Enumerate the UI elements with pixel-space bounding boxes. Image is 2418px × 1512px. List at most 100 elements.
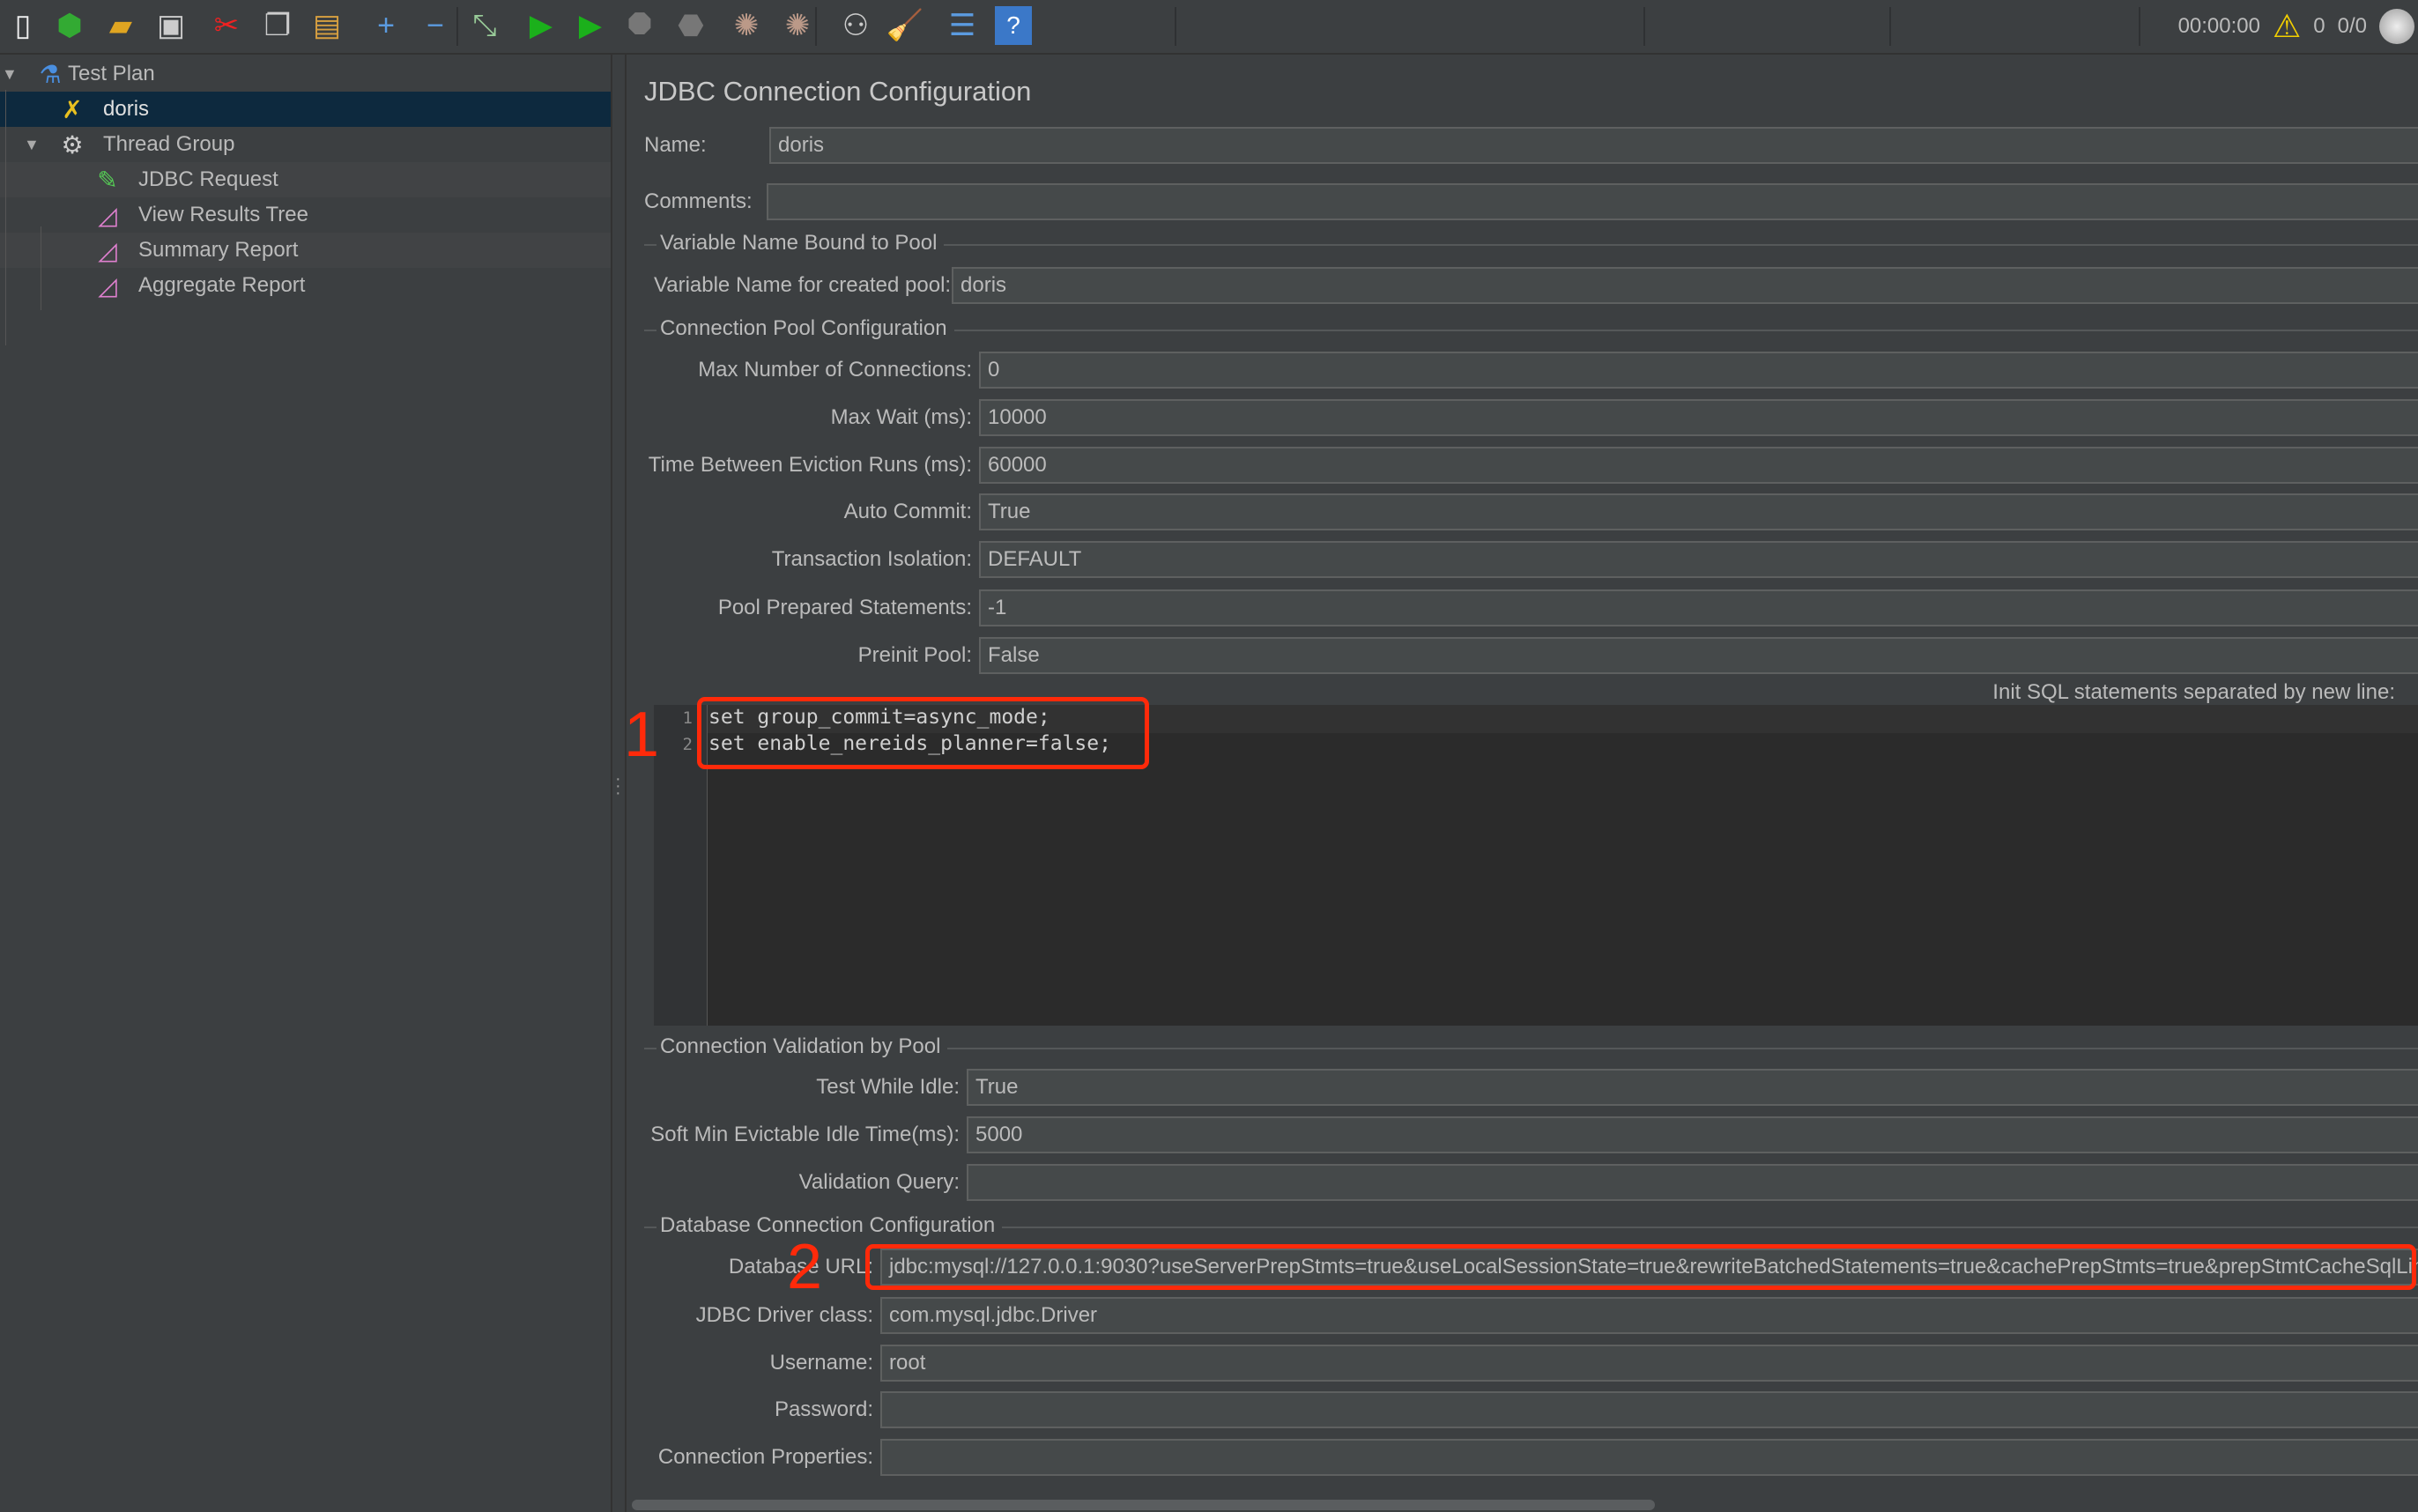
toolbar-separator xyxy=(1643,7,1645,46)
password-field[interactable] xyxy=(880,1391,2418,1428)
pool-prepared-statements-field[interactable]: -1 xyxy=(979,589,2418,626)
listener-chart-icon: ◿ xyxy=(98,271,117,300)
init-sql-label: Init SQL statements separated by new lin… xyxy=(1992,680,2395,704)
username-field[interactable]: root xyxy=(880,1345,2418,1382)
stop-icon[interactable]: ⯃ xyxy=(621,6,658,45)
line-number: 1 xyxy=(682,708,693,728)
tree-item-label: Test Plan xyxy=(68,62,155,85)
warning-count: 0 xyxy=(2313,14,2325,38)
copy-icon[interactable]: ❐ xyxy=(259,6,296,45)
elapsed-time: 00:00:00 xyxy=(2177,14,2260,38)
jdbc-driver-class-field[interactable]: com.mysql.jdbc.Driver xyxy=(880,1297,2418,1334)
tree-item-label: Aggregate Report xyxy=(138,273,306,297)
preinit-pool-field[interactable]: False xyxy=(979,637,2418,674)
toolbar-separator xyxy=(1175,7,1176,46)
tree-guide-line xyxy=(5,90,6,345)
search-icon[interactable]: ⚇ xyxy=(837,6,874,45)
comments-label: Comments: xyxy=(644,189,753,213)
tree-item[interactable]: ▼ ⚙ Thread Group xyxy=(0,127,611,162)
warning-icon[interactable]: ⚠ xyxy=(2273,8,2301,45)
remote-status-icon[interactable] xyxy=(2379,9,2414,44)
section-db-config: Database Connection Configuration xyxy=(644,1213,2418,1238)
tree-item[interactable]: ✗ doris xyxy=(0,92,611,127)
templates-icon[interactable]: ⬢ xyxy=(51,6,88,45)
name-field[interactable]: doris xyxy=(769,127,2418,164)
status-area: 00:00:00 ⚠ 0 0/0 xyxy=(2178,0,2418,53)
tree-item-label: JDBC Request xyxy=(138,167,278,191)
shutdown-icon[interactable]: ⬣ xyxy=(672,6,709,45)
connection-properties-field[interactable] xyxy=(880,1439,2418,1476)
clear-icon[interactable]: ✺ xyxy=(728,6,765,45)
function-helper-icon[interactable]: ☰ xyxy=(944,6,981,45)
expand-triangle-icon[interactable]: ▼ xyxy=(24,136,40,154)
highlight-box-database-url xyxy=(865,1244,2416,1290)
auto-commit-label: Auto Commit: xyxy=(843,500,972,523)
soft-min-evictable-idle-field[interactable]: 5000 xyxy=(967,1116,2418,1153)
validation-query-label: Validation Query: xyxy=(798,1170,960,1194)
transaction-isolation-field[interactable]: DEFAULT xyxy=(979,541,2418,578)
annotation-marker-2: 2 xyxy=(787,1232,823,1302)
tree-item-label: doris xyxy=(103,97,150,121)
test-while-idle-field[interactable]: True xyxy=(967,1069,2418,1106)
start-icon[interactable]: ▶ xyxy=(523,6,560,45)
max-wait-label: Max Wait (ms): xyxy=(830,405,972,429)
preinit-pool-label: Preinit Pool: xyxy=(857,643,972,667)
toggle-icon[interactable]: ⤡ xyxy=(466,6,503,45)
divider-grip-icon[interactable]: · · · xyxy=(615,770,621,802)
clear-all-icon[interactable]: ✺ xyxy=(779,6,816,45)
toolbar-separator xyxy=(456,7,458,46)
open-icon[interactable]: ▰ xyxy=(102,6,139,45)
section-pool-config: Connection Pool Configuration xyxy=(644,316,2418,341)
collapse-icon[interactable]: − xyxy=(417,6,454,45)
validation-query-field[interactable] xyxy=(967,1164,2418,1201)
section-variable-name-title: Variable Name Bound to Pool xyxy=(656,231,945,256)
auto-commit-field[interactable]: True xyxy=(979,493,2418,530)
tree-item[interactable]: ◿ Aggregate Report xyxy=(0,268,611,303)
gear-icon: ⚙ xyxy=(61,130,84,159)
max-connections-label: Max Number of Connections: xyxy=(698,358,972,382)
tree-item-label: View Results Tree xyxy=(138,203,308,226)
page-title: JDBC Connection Configuration xyxy=(644,76,1032,107)
new-icon[interactable]: ▯ xyxy=(4,6,41,45)
pool-variable-name-field[interactable]: doris xyxy=(952,267,2418,304)
name-label: Name: xyxy=(644,133,707,157)
connection-properties-label: Connection Properties: xyxy=(657,1445,873,1469)
horizontal-scrollbar[interactable] xyxy=(632,1500,1655,1510)
line-number: 2 xyxy=(682,735,693,754)
tree-item[interactable]: ✎ JDBC Request xyxy=(0,162,611,197)
username-label: Username: xyxy=(769,1351,873,1375)
flask-icon: ⚗ xyxy=(39,60,62,88)
annotation-marker-1: 1 xyxy=(624,700,660,770)
sampler-pipette-icon: ✎ xyxy=(97,166,118,194)
reset-search-icon[interactable]: 🧹 xyxy=(886,6,923,45)
expand-icon[interactable]: + xyxy=(367,6,404,45)
comments-field[interactable] xyxy=(767,183,2418,220)
tree-item[interactable]: ▼ ⚗ Test Plan xyxy=(0,56,611,92)
thread-count: 0/0 xyxy=(2337,14,2367,38)
tree-item[interactable]: ◿ View Results Tree xyxy=(0,197,611,233)
listener-chart-icon: ◿ xyxy=(98,236,117,264)
max-connections-field[interactable]: 0 xyxy=(979,352,2418,389)
test-while-idle-label: Test While Idle: xyxy=(816,1075,960,1099)
pool-prepared-statements-label: Pool Prepared Statements: xyxy=(717,596,972,619)
cut-icon[interactable]: ✂ xyxy=(208,6,245,45)
save-icon[interactable]: ▣ xyxy=(152,6,189,45)
start-no-pauses-icon[interactable]: ▶ xyxy=(572,6,609,45)
soft-min-evictable-idle-label: Soft Min Evictable Idle Time(ms): xyxy=(650,1123,960,1146)
toolbar: ▯ ⬢ ▰ ▣ ✂ ❐ ▤ + − ⤡ ▶ ▶ ⯃ ⬣ ✺ ✺ ⚇ 🧹 ☰? xyxy=(0,0,2418,55)
toolbar-separator xyxy=(1889,7,1891,46)
section-pool-config-title: Connection Pool Configuration xyxy=(656,316,954,341)
section-variable-name: Variable Name Bound to Pool xyxy=(644,231,2418,256)
help-icon[interactable]: ? xyxy=(995,6,1032,45)
section-validation: Connection Validation by Pool xyxy=(644,1034,2418,1059)
config-tools-icon: ✗ xyxy=(62,95,83,123)
paste-icon[interactable]: ▤ xyxy=(308,6,345,45)
toolbar-separator xyxy=(2139,7,2140,46)
eviction-runs-label: Time Between Eviction Runs (ms): xyxy=(648,453,972,477)
pool-variable-name-label: Variable Name for created pool: xyxy=(654,273,952,297)
tree-item[interactable]: ◿ Summary Report xyxy=(0,233,611,268)
jdbc-driver-class-label: JDBC Driver class: xyxy=(695,1303,873,1327)
eviction-runs-field[interactable]: 60000 xyxy=(979,447,2418,484)
expand-triangle-icon[interactable]: ▼ xyxy=(2,65,18,84)
max-wait-field[interactable]: 10000 xyxy=(979,399,2418,436)
